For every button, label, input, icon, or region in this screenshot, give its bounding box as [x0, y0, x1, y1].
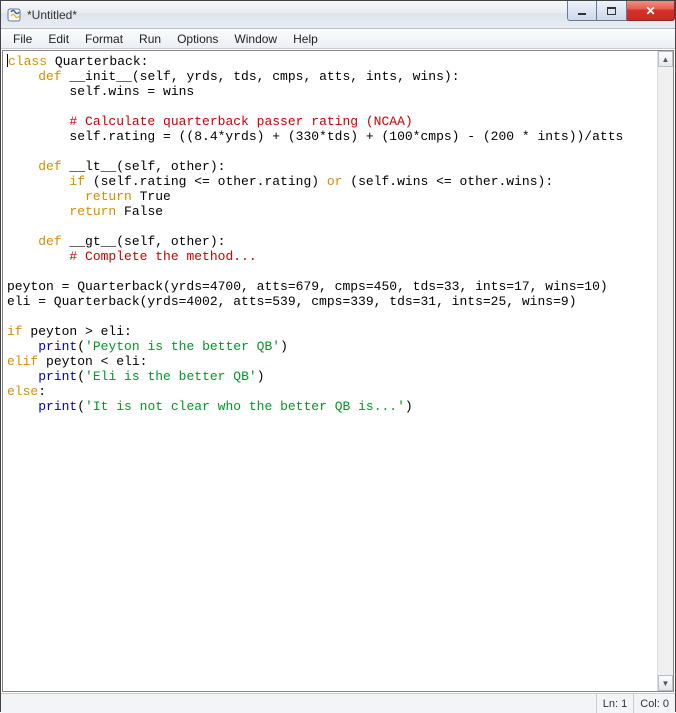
- menu-edit[interactable]: Edit: [40, 30, 77, 48]
- vertical-scrollbar[interactable]: ▲ ▼: [657, 51, 673, 691]
- menu-help[interactable]: Help: [285, 30, 326, 48]
- chevron-up-icon: ▲: [662, 55, 670, 64]
- scroll-down-button[interactable]: ▼: [658, 675, 673, 691]
- status-col: Col: 0: [633, 694, 675, 713]
- close-icon: ✕: [645, 4, 655, 18]
- code-editor[interactable]: class Quarterback: def __init__(self, yr…: [3, 51, 657, 691]
- app-icon: [7, 7, 23, 23]
- menu-format[interactable]: Format: [77, 30, 131, 48]
- menu-file[interactable]: File: [5, 30, 40, 48]
- editor-area: class Quarterback: def __init__(self, yr…: [2, 50, 674, 692]
- window-title: *Untitled*: [27, 8, 77, 22]
- statusbar: Ln: 1 Col: 0: [1, 693, 675, 713]
- status-line: Ln: 1: [596, 694, 633, 713]
- minimize-button[interactable]: [567, 1, 597, 21]
- chevron-down-icon: ▼: [662, 679, 670, 688]
- menu-options[interactable]: Options: [169, 30, 226, 48]
- menu-window[interactable]: Window: [226, 30, 285, 48]
- maximize-icon: [607, 7, 616, 15]
- scroll-up-button[interactable]: ▲: [658, 51, 673, 67]
- close-button[interactable]: ✕: [627, 1, 675, 21]
- minimize-icon: [578, 13, 586, 15]
- menu-run[interactable]: Run: [131, 30, 169, 48]
- window-controls: ✕: [567, 1, 675, 21]
- maximize-button[interactable]: [597, 1, 627, 21]
- titlebar[interactable]: *Untitled* ✕: [1, 1, 675, 29]
- menubar: File Edit Format Run Options Window Help: [1, 29, 675, 49]
